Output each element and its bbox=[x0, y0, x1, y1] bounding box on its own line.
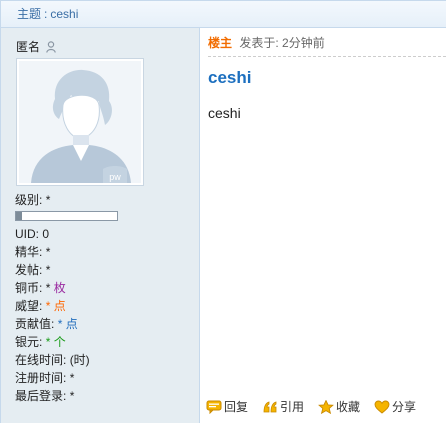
favorite-button[interactable]: 收藏 bbox=[318, 398, 360, 415]
user-name: 匿名 bbox=[16, 40, 41, 54]
stat-unit: 点 bbox=[65, 317, 78, 331]
stat-label: 铜币: bbox=[15, 281, 43, 295]
post-actions: 回复 引用 收藏 分享 bbox=[206, 398, 416, 415]
user-sidebar: 匿名 pw 级别: * UID: 0 精华: * 发帖: * 铜币: * 枚 威… bbox=[0, 28, 200, 423]
stat-value: * bbox=[57, 317, 63, 331]
topic-title[interactable]: ceshi bbox=[50, 7, 78, 21]
stat-unit: 点 bbox=[53, 299, 66, 313]
post-meta: 楼主 发表于: 2分钟前 bbox=[208, 34, 446, 57]
user-name-row: 匿名 bbox=[16, 38, 57, 55]
posted-time: 2分钟前 bbox=[282, 36, 325, 50]
stat-silver: 银元: * 个 bbox=[15, 333, 118, 351]
stat-unit: 枚 bbox=[53, 281, 66, 295]
default-avatar-icon: pw bbox=[19, 61, 141, 183]
reply-icon bbox=[206, 400, 222, 414]
stat-last-login: 最后登录: * bbox=[15, 387, 118, 405]
heart-icon bbox=[374, 400, 390, 414]
stat-label: 威望: bbox=[15, 299, 43, 313]
post-body: ceshi bbox=[208, 105, 241, 121]
stat-label: 发帖: bbox=[15, 263, 43, 277]
stat-label: 在线时间: bbox=[15, 353, 67, 367]
share-button[interactable]: 分享 bbox=[374, 398, 416, 415]
topic-prefix: 主题 bbox=[17, 7, 42, 21]
stat-uid: UID: 0 bbox=[15, 225, 118, 243]
quote-button[interactable]: 引用 bbox=[262, 398, 304, 415]
user-stats: 级别: * UID: 0 精华: * 发帖: * 铜币: * 枚 威望: * 点 bbox=[15, 191, 118, 405]
stat-label: 级别: bbox=[15, 193, 43, 207]
stat-value: * bbox=[69, 389, 75, 403]
reply-button[interactable]: 回复 bbox=[206, 398, 248, 415]
stat-level: 级别: * bbox=[15, 191, 118, 209]
stat-value: * bbox=[45, 281, 51, 295]
stat-label: 精华: bbox=[15, 245, 43, 259]
svg-text:pw: pw bbox=[109, 172, 121, 182]
stat-posts: 发帖: * bbox=[15, 261, 118, 279]
stat-label: UID: bbox=[15, 227, 39, 241]
star-icon bbox=[318, 399, 334, 414]
stat-label: 注册时间: bbox=[15, 371, 67, 385]
post-title: ceshi bbox=[208, 68, 252, 87]
stat-label: 银元: bbox=[15, 335, 43, 349]
stat-label: 最后登录: bbox=[15, 389, 67, 403]
stat-value: * bbox=[45, 299, 51, 313]
stat-value: (时) bbox=[69, 353, 90, 367]
share-label: 分享 bbox=[392, 400, 417, 414]
stat-contribution: 贡献值: * 点 bbox=[15, 315, 118, 333]
stat-value: * bbox=[45, 263, 51, 277]
stat-value: 0 bbox=[42, 227, 50, 241]
stat-label: 贡献值: bbox=[15, 317, 55, 331]
stat-value: * bbox=[45, 335, 51, 349]
post-main: 楼主 发表于: 2分钟前 ceshi ceshi 回复 引用 收藏 分享 bbox=[201, 28, 446, 423]
favorite-label: 收藏 bbox=[336, 400, 361, 414]
stat-register-time: 注册时间: * bbox=[15, 369, 118, 387]
quote-label: 引用 bbox=[280, 400, 305, 414]
stat-value: * bbox=[69, 371, 75, 385]
topic-bar: 主题: ceshi bbox=[0, 0, 446, 28]
stat-copper: 铜币: * 枚 bbox=[15, 279, 118, 297]
stat-online-time: 在线时间: (时) bbox=[15, 351, 118, 369]
stat-value: * bbox=[45, 245, 51, 259]
stat-prestige: 威望: * 点 bbox=[15, 297, 118, 315]
avatar[interactable]: pw bbox=[16, 58, 144, 186]
stat-value: * bbox=[45, 193, 51, 207]
level-progress-fill bbox=[16, 212, 23, 220]
posted-label: 发表于: bbox=[239, 36, 279, 50]
person-icon bbox=[46, 41, 57, 53]
topic-separator: : bbox=[44, 7, 48, 21]
stat-unit: 个 bbox=[53, 335, 66, 349]
level-progress-bar bbox=[15, 211, 118, 221]
stat-digest: 精华: * bbox=[15, 243, 118, 261]
reply-label: 回复 bbox=[224, 400, 249, 414]
quote-icon bbox=[263, 400, 277, 412]
floor-label: 楼主 bbox=[208, 36, 233, 50]
